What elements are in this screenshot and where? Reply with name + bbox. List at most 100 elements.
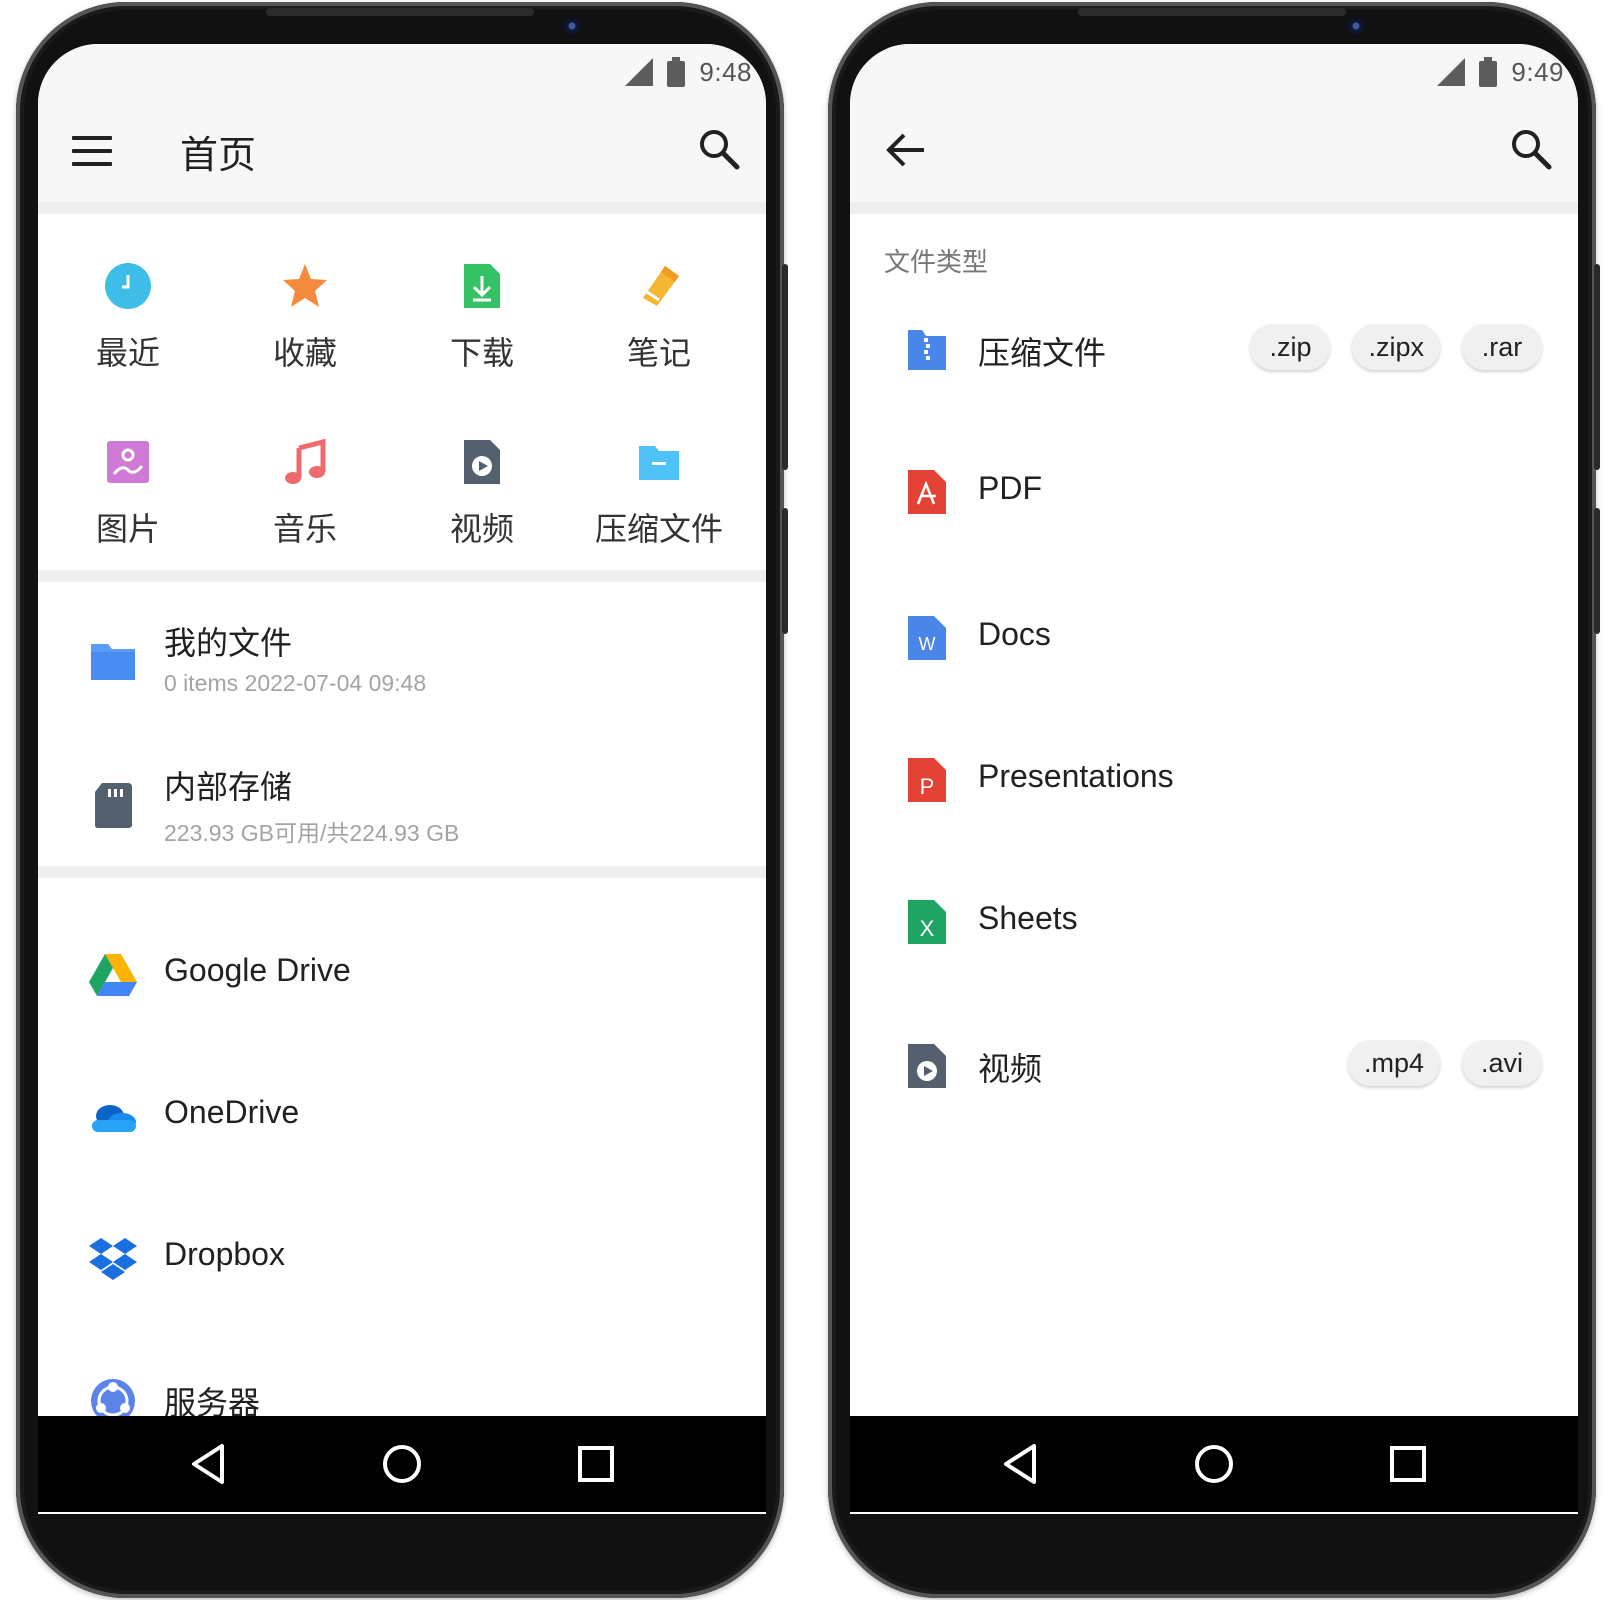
category-label: 收藏 (272, 334, 337, 372)
type-row-presentations[interactable]: P Presentations (850, 732, 1578, 832)
image-icon (107, 441, 149, 483)
extension-chip[interactable]: .mp4 (1347, 1040, 1440, 1086)
app-bar: 首页 (38, 98, 766, 202)
category-favorites[interactable]: 收藏 (215, 262, 395, 412)
home-screen: 9:48 首页 最近 收藏 下载 笔记 图片 音乐 视频 压缩文件 我的文件 0… (38, 44, 766, 1514)
home-nav-icon[interactable] (1188, 1438, 1240, 1490)
svg-text:P: P (920, 774, 935, 799)
storage-title: 我的文件 (164, 624, 293, 662)
search-icon[interactable] (1510, 128, 1552, 170)
extension-chips: .zip .zipx .rar (1250, 324, 1542, 370)
phone-frame-right: 9:49 文件类型 压缩文件 .zip .zipx .rar PDF W Doc… (828, 2, 1600, 1598)
pdf-file-icon (908, 470, 946, 514)
cloud-google-drive[interactable]: Google Drive (38, 920, 766, 1030)
cloud-label: Google Drive (164, 952, 351, 988)
navigation-bar (850, 1416, 1578, 1512)
folder-icon (91, 644, 135, 680)
storage-title: 内部存储 (164, 768, 293, 806)
category-label: 最近 (95, 334, 160, 372)
type-label: Sheets (978, 900, 1078, 936)
divider (38, 866, 766, 878)
slides-file-icon: P (908, 758, 946, 802)
category-music[interactable]: 音乐 (215, 438, 395, 588)
home-nav-icon[interactable] (376, 1438, 428, 1490)
storage-internal[interactable]: 内部存储 223.93 GB可用/共224.93 GB (38, 744, 766, 874)
phone-frame-left: 9:48 首页 最近 收藏 下载 笔记 图片 音乐 视频 压缩文件 我的文件 0… (16, 2, 788, 1598)
extension-chip[interactable]: .rar (1462, 324, 1542, 370)
category-downloads[interactable]: 下载 (392, 262, 572, 412)
archive-folder-icon (639, 446, 679, 480)
volume-button (1594, 264, 1600, 470)
speaker-notch (266, 8, 534, 16)
category-videos[interactable]: 视频 (392, 438, 572, 588)
status-bar: 9:48 (38, 44, 766, 98)
category-recent[interactable]: 最近 (38, 262, 218, 412)
volume-button (782, 264, 788, 470)
section-label: 文件类型 (884, 248, 989, 278)
extension-chip[interactable]: .zipx (1352, 324, 1440, 370)
cloud-dropbox[interactable]: Dropbox (38, 1204, 766, 1314)
extension-chip[interactable]: .avi (1462, 1040, 1542, 1086)
cloud-label: Dropbox (164, 1236, 285, 1272)
type-label: 压缩文件 (978, 335, 1107, 371)
power-button (782, 508, 788, 634)
storage-subtitle: 223.93 GB可用/共224.93 GB (164, 820, 460, 846)
storage-my-files[interactable]: 我的文件 0 items 2022-07-04 09:48 (38, 600, 766, 730)
pencil-icon (643, 266, 679, 306)
category-archives[interactable]: 压缩文件 (569, 438, 749, 588)
category-label: 笔记 (626, 334, 691, 372)
menu-icon[interactable] (72, 136, 112, 166)
category-label: 图片 (95, 510, 160, 548)
sheets-file-icon: X (908, 900, 946, 944)
category-label: 下载 (449, 334, 514, 372)
front-camera (564, 18, 580, 34)
back-nav-icon[interactable] (184, 1438, 236, 1490)
power-button (1594, 508, 1600, 634)
svg-text:X: X (920, 916, 935, 941)
back-arrow-icon[interactable] (884, 130, 926, 170)
zip-file-icon (908, 330, 946, 370)
download-icon (464, 264, 500, 308)
extension-chip[interactable]: .zip (1250, 324, 1331, 370)
signal-icon (1437, 58, 1466, 86)
category-label: 音乐 (272, 510, 337, 548)
navigation-bar (38, 1416, 766, 1512)
type-label: PDF (978, 470, 1042, 506)
type-label: Docs (978, 616, 1051, 652)
signal-icon (625, 58, 654, 86)
divider (850, 202, 1578, 214)
status-time: 9:48 (699, 56, 752, 87)
back-nav-icon[interactable] (996, 1438, 1048, 1490)
svg-text:W: W (919, 634, 936, 654)
page-title: 首页 (180, 133, 257, 177)
divider (38, 202, 766, 214)
type-row-pdf[interactable]: PDF (850, 444, 1578, 544)
battery-icon (667, 57, 686, 87)
recents-nav-icon[interactable] (570, 1438, 622, 1490)
status-time: 9:49 (1511, 56, 1564, 87)
category-label: 视频 (449, 510, 514, 548)
sd-card-icon (95, 783, 132, 828)
video-icon (464, 440, 500, 484)
category-images[interactable]: 图片 (38, 438, 218, 588)
type-row-sheets[interactable]: X Sheets (850, 874, 1578, 974)
cloud-onedrive[interactable]: OneDrive (38, 1062, 766, 1172)
front-camera (1348, 18, 1364, 34)
music-icon (285, 438, 326, 484)
type-label: 视频 (978, 1051, 1043, 1087)
recents-nav-icon[interactable] (1382, 1438, 1434, 1490)
extension-chips: .mp4 .avi (1347, 1040, 1542, 1086)
category-label: 压缩文件 (594, 510, 723, 548)
onedrive-icon (92, 1105, 136, 1132)
docs-file-icon: W (908, 616, 946, 660)
search-icon[interactable] (698, 128, 740, 170)
divider (38, 570, 766, 582)
star-icon (283, 264, 327, 307)
battery-icon (1479, 57, 1498, 87)
type-row-docs[interactable]: W Docs (850, 590, 1578, 690)
type-row-archive[interactable]: 压缩文件 .zip .zipx .rar (850, 302, 1578, 402)
cloud-label: OneDrive (164, 1094, 300, 1130)
google-drive-icon (89, 954, 137, 996)
type-row-video[interactable]: 视频 .mp4 .avi (850, 1018, 1578, 1118)
category-notes[interactable]: 笔记 (569, 262, 749, 412)
